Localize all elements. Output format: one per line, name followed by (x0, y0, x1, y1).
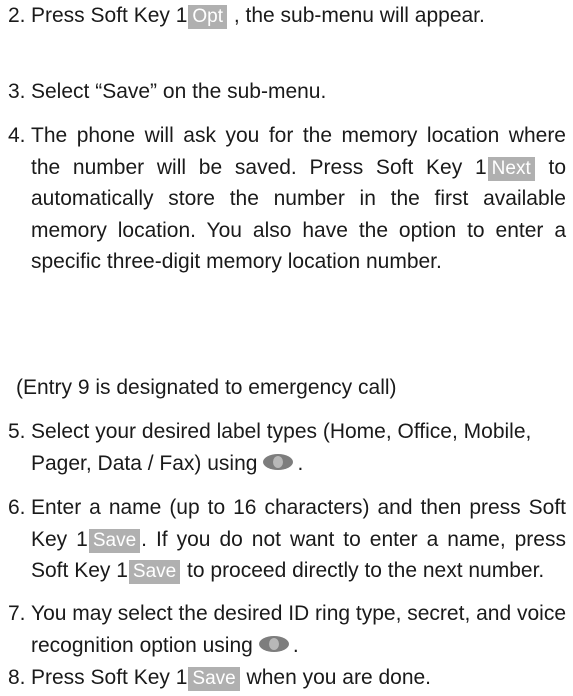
step-2: 2. Press Soft Key 1 Opt , the sub-menu wi… (8, 0, 566, 32)
navigation-key-icon (263, 454, 294, 471)
step-text: Select “Save” on the sub-menu. (31, 80, 327, 103)
step-text: Select your desired label types (Home, O… (31, 420, 532, 475)
soft-key-save-label: Save (128, 560, 181, 584)
step-3: 3. Select “Save” on the sub-menu. (8, 76, 566, 108)
soft-key-opt-label: Opt (188, 5, 228, 29)
emergency-note: (Entry 9 is designated to emergency call… (16, 376, 397, 399)
step-number: 7. (8, 602, 26, 625)
step-text: Press Soft Key 1 Opt , the sub-menu will … (31, 4, 485, 29)
navigation-key-icon (258, 636, 289, 653)
soft-key-next-label: Next (487, 156, 535, 181)
step-number: 5. (8, 420, 26, 443)
soft-key-save-label: Save (188, 667, 240, 691)
step-number: 3. (8, 80, 26, 103)
step-number: 8. (8, 666, 26, 689)
step-number: 4. (8, 124, 26, 147)
step-text: You may select the desired ID ring type,… (31, 602, 567, 657)
step-6: 6. Enter a name (up to 16 characters) an… (8, 492, 566, 587)
step-7: 7. You may select the desired ID ring ty… (8, 598, 566, 661)
step-text: Press Soft Key 1 Save when you are done. (31, 666, 432, 691)
manual-page: 2. Press Soft Key 1 Opt , the sub-menu wi… (0, 0, 573, 696)
step-text: The phone will ask you for the memory lo… (31, 124, 566, 273)
step-number: 2. (8, 4, 26, 27)
step-4: 4. The phone will ask you for the memory… (8, 120, 566, 278)
step-text: Enter a name (up to 16 characters) and t… (31, 496, 566, 584)
step-8: 8. Press Soft Key 1 Save when you are don… (8, 662, 566, 694)
step-5: 5. Select your desired label types (Home… (8, 416, 566, 479)
step-number: 6. (8, 496, 26, 519)
soft-key-save-label: Save (88, 528, 141, 553)
